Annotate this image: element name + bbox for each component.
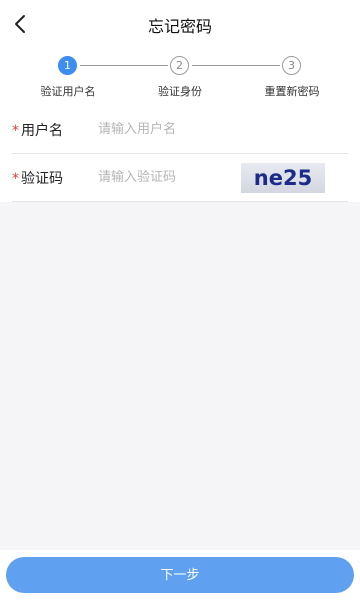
required-mark: * bbox=[12, 171, 19, 187]
forgot-password-screen: 忘记密码 1 2 3 验证用户名 验证身份 重置新密码 *用户名 *验证码 ne… bbox=[0, 0, 360, 600]
captcha-row: *验证码 ne25 bbox=[12, 154, 348, 202]
step-connector-2 bbox=[192, 65, 280, 66]
step-connector-1 bbox=[80, 65, 168, 66]
username-row: * 用户名 bbox=[12, 106, 348, 154]
step-1-label: 验证用户名 bbox=[40, 85, 96, 98]
captcha-input[interactable] bbox=[98, 164, 238, 190]
step-2-label: 验证身份 bbox=[158, 85, 202, 98]
verify-form: *用户名 *验证码 ne25 bbox=[0, 106, 360, 202]
step-3-label: 重置新密码 bbox=[264, 85, 320, 98]
next-step-button[interactable]: 下一步 bbox=[6, 557, 354, 593]
step-indicator: 1 2 3 验证用户名 验证身份 重置新密码 bbox=[0, 48, 360, 106]
page-title: 忘记密码 bbox=[147, 17, 212, 36]
step-3-circle: 3 bbox=[282, 56, 301, 75]
step-2-circle: 2 bbox=[170, 56, 189, 75]
username-input[interactable] bbox=[98, 116, 238, 142]
captcha-image[interactable]: ne25 bbox=[241, 163, 325, 193]
username-label: * 用户名 bbox=[12, 120, 63, 140]
captcha-image-text: ne25 bbox=[253, 166, 313, 190]
captcha-label: * 验证码 bbox=[12, 168, 63, 188]
required-mark: * bbox=[12, 123, 19, 139]
username-label-text: 用户名 bbox=[21, 123, 63, 139]
header: 忘记密码 bbox=[0, 0, 360, 48]
captcha-label-text: 验证码 bbox=[21, 171, 63, 187]
step-1-circle: 1 bbox=[58, 56, 77, 75]
